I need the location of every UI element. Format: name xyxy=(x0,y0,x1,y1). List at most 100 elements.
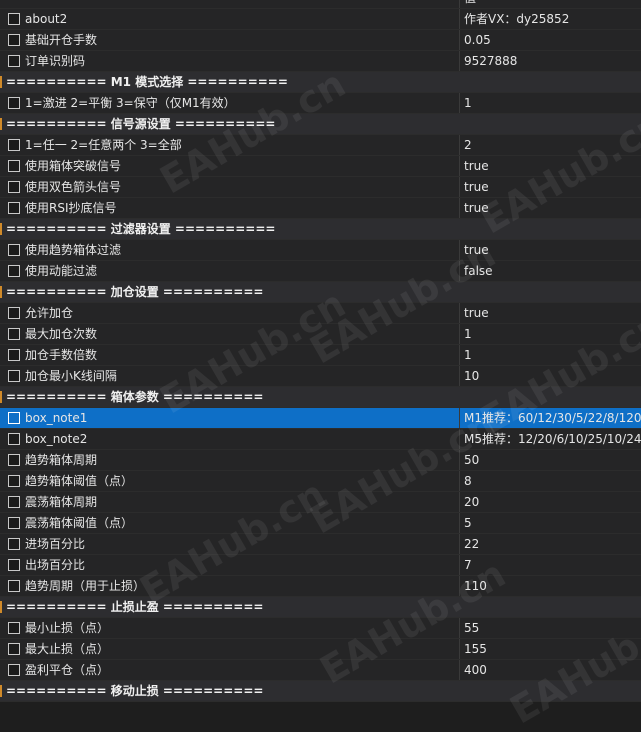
parameter-value[interactable]: M5推荐：12/20/6/10/25/10/24 xyxy=(461,429,641,449)
checkbox[interactable] xyxy=(8,433,20,445)
parameter-name: 允许加仓 xyxy=(25,306,74,320)
parameter-row[interactable]: 使用双色箭头信号 true xyxy=(0,177,641,198)
parameter-value[interactable]: 0.05 xyxy=(461,30,641,50)
parameter-row[interactable]: 基础开仓手数 0.05 xyxy=(0,30,641,51)
parameter-value[interactable]: 作者VX：dy25852 xyxy=(461,9,641,29)
header-row[interactable]: 值 xyxy=(0,0,641,9)
name-cell: 使用箱体突破信号 xyxy=(0,156,460,176)
checkbox[interactable] xyxy=(8,13,20,25)
section-header-row[interactable]: ========== 箱体参数 ========== xyxy=(0,387,641,408)
checkbox[interactable] xyxy=(8,412,20,424)
parameter-value[interactable]: 7 xyxy=(461,555,641,575)
checkbox[interactable] xyxy=(8,34,20,46)
parameter-row[interactable]: 使用箱体突破信号 true xyxy=(0,156,641,177)
name-cell: 趋势周期（用于止损） xyxy=(0,576,460,596)
checkbox[interactable] xyxy=(8,160,20,172)
parameter-row[interactable]: 最大止损（点） 155 xyxy=(0,639,641,660)
parameter-row[interactable]: 最小止损（点） 55 xyxy=(0,618,641,639)
checkbox[interactable] xyxy=(8,538,20,550)
section-marker-icon xyxy=(0,223,2,235)
section-header-row[interactable]: ========== 加仓设置 ========== xyxy=(0,282,641,303)
section-title: ========== 止损止盈 ========== xyxy=(6,600,264,614)
checkbox[interactable] xyxy=(8,580,20,592)
checkbox[interactable] xyxy=(8,265,20,277)
checkbox[interactable] xyxy=(8,139,20,151)
parameter-value[interactable]: 55 xyxy=(461,618,641,638)
section-header-row[interactable]: ========== 移动止损 ========== xyxy=(0,681,641,702)
parameter-row[interactable]: 出场百分比 7 xyxy=(0,555,641,576)
section-header-row[interactable]: ========== 信号源设置 ========== xyxy=(0,114,641,135)
section-title: ========== 信号源设置 ========== xyxy=(6,117,276,131)
parameter-value[interactable]: true xyxy=(461,240,641,260)
parameter-value[interactable]: 400 xyxy=(461,660,641,680)
parameter-value[interactable]: 1 xyxy=(461,324,641,344)
checkbox[interactable] xyxy=(8,454,20,466)
checkbox[interactable] xyxy=(8,349,20,361)
checkbox[interactable] xyxy=(8,643,20,655)
parameter-value[interactable]: 155 xyxy=(461,639,641,659)
parameter-row[interactable]: 使用动能过滤 false xyxy=(0,261,641,282)
parameter-value[interactable]: 1 xyxy=(461,93,641,113)
checkbox[interactable] xyxy=(8,370,20,382)
parameter-row[interactable]: 1=任一 2=任意两个 3=全部 2 xyxy=(0,135,641,156)
parameter-value[interactable]: M1推荐：60/12/30/5/22/8/120 xyxy=(461,408,641,428)
checkbox[interactable] xyxy=(8,622,20,634)
checkbox[interactable] xyxy=(8,517,20,529)
parameter-row[interactable]: 趋势箱体阈值（点） 8 xyxy=(0,471,641,492)
parameter-row[interactable]: 允许加仓 true xyxy=(0,303,641,324)
parameter-value[interactable]: 10 xyxy=(461,366,641,386)
parameter-value[interactable]: true xyxy=(461,198,641,218)
checkbox[interactable] xyxy=(8,328,20,340)
parameter-value[interactable]: 5 xyxy=(461,513,641,533)
parameter-row[interactable]: 加仓最小K线间隔 10 xyxy=(0,366,641,387)
parameter-row[interactable]: 最大加仓次数 1 xyxy=(0,324,641,345)
checkbox[interactable] xyxy=(8,664,20,676)
parameters-grid: 值 about2 作者VX：dy25852 基础开仓手数 0.05 订单识别码 952788… xyxy=(0,0,641,702)
parameter-value[interactable]: 8 xyxy=(461,471,641,491)
parameter-row[interactable]: 盈利平仓（点） 400 xyxy=(0,660,641,681)
checkbox[interactable] xyxy=(8,181,20,193)
section-header-row[interactable]: ========== 止损止盈 ========== xyxy=(0,597,641,618)
section-header-row[interactable]: ========== M1 模式选择 ========== xyxy=(0,72,641,93)
parameter-row[interactable]: 进场百分比 22 xyxy=(0,534,641,555)
parameter-value[interactable]: true xyxy=(461,303,641,323)
checkbox[interactable] xyxy=(8,55,20,67)
parameter-value[interactable]: true xyxy=(461,177,641,197)
checkbox[interactable] xyxy=(8,559,20,571)
parameter-name: 趋势周期（用于止损） xyxy=(25,579,146,593)
section-title: ========== 过滤器设置 ========== xyxy=(6,222,276,236)
parameter-row[interactable]: about2 作者VX：dy25852 xyxy=(0,9,641,30)
parameter-row[interactable]: box_note1 M1推荐：60/12/30/5/22/8/120 xyxy=(0,408,641,429)
checkbox[interactable] xyxy=(8,244,20,256)
parameter-row[interactable]: box_note2 M5推荐：12/20/6/10/25/10/24 xyxy=(0,429,641,450)
parameter-value[interactable]: 9527888 xyxy=(461,51,641,71)
parameter-name: 盈利平仓（点） xyxy=(25,663,110,677)
section-title: ========== 箱体参数 ========== xyxy=(6,390,264,404)
parameter-value[interactable]: 50 xyxy=(461,450,641,470)
parameter-value[interactable]: 110 xyxy=(461,576,641,596)
parameter-value[interactable]: true xyxy=(461,156,641,176)
parameter-row[interactable]: 加仓手数倍数 1 xyxy=(0,345,641,366)
name-cell: 使用RSI抄底信号 xyxy=(0,198,460,218)
checkbox[interactable] xyxy=(8,475,20,487)
parameter-row[interactable]: 使用RSI抄底信号 true xyxy=(0,198,641,219)
parameter-row[interactable]: 震荡箱体阈值（点） 5 xyxy=(0,513,641,534)
parameter-row[interactable]: 趋势周期（用于止损） 110 xyxy=(0,576,641,597)
checkbox[interactable] xyxy=(8,307,20,319)
checkbox[interactable] xyxy=(8,496,20,508)
checkbox[interactable] xyxy=(8,202,20,214)
parameter-row[interactable]: 订单识别码 9527888 xyxy=(0,51,641,72)
parameter-row[interactable]: 趋势箱体周期 50 xyxy=(0,450,641,471)
parameter-value[interactable]: 1 xyxy=(461,345,641,365)
parameter-value[interactable]: false xyxy=(461,261,641,281)
parameter-name: 震荡箱体周期 xyxy=(25,495,98,509)
parameter-row[interactable]: 震荡箱体周期 20 xyxy=(0,492,641,513)
parameter-value[interactable]: 2 xyxy=(461,135,641,155)
parameter-value[interactable]: 22 xyxy=(461,534,641,554)
parameter-row[interactable]: 使用趋势箱体过滤 true xyxy=(0,240,641,261)
parameter-row[interactable]: 1=激进 2=平衡 3=保守（仅M1有效） 1 xyxy=(0,93,641,114)
parameter-value[interactable]: 20 xyxy=(461,492,641,512)
parameter-name: 使用双色箭头信号 xyxy=(25,180,122,194)
checkbox[interactable] xyxy=(8,97,20,109)
section-header-row[interactable]: ========== 过滤器设置 ========== xyxy=(0,219,641,240)
